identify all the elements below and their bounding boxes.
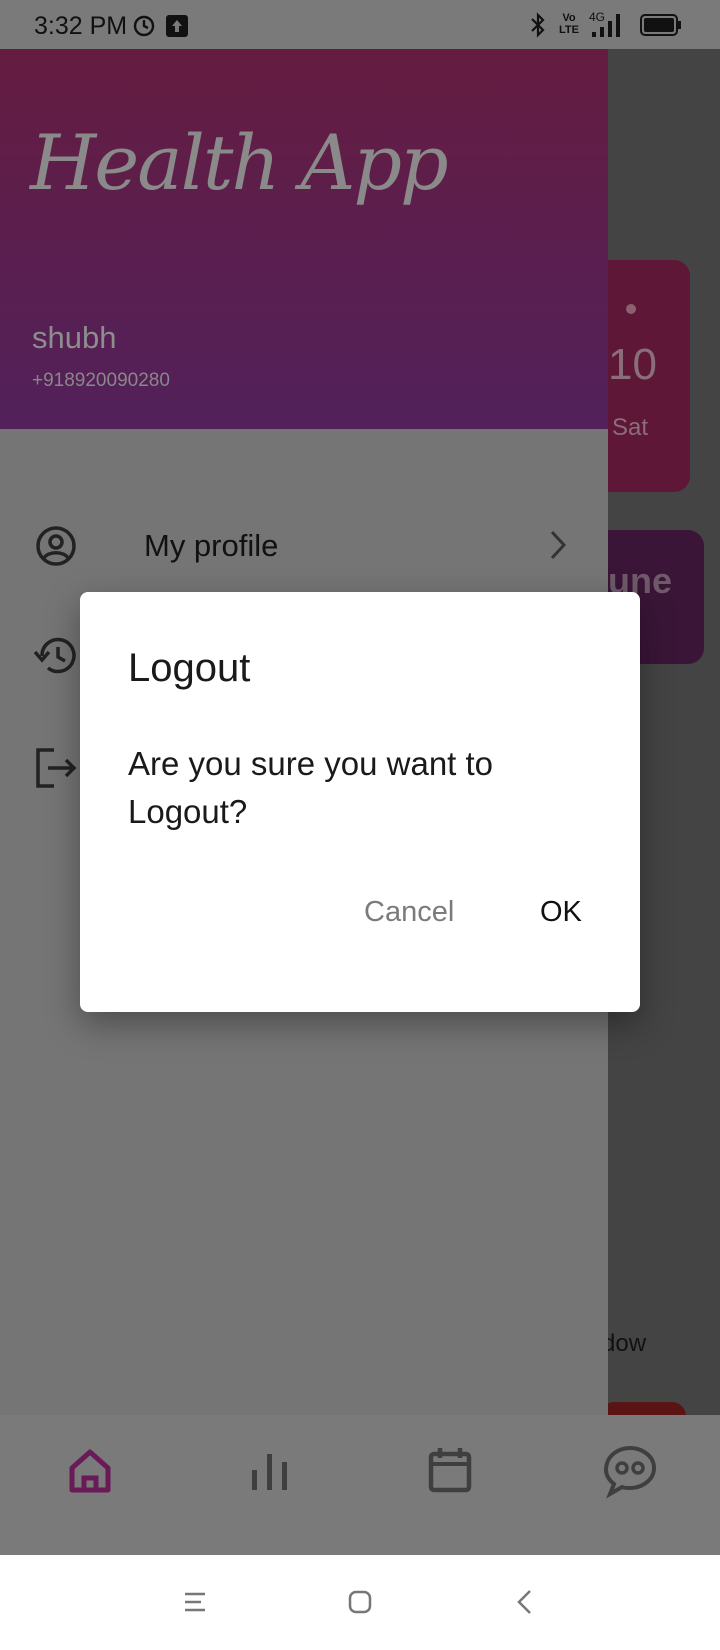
logout-dialog: Logout Are you sure you want to Logout? … <box>80 592 640 1012</box>
app-logo: Health App <box>30 118 449 207</box>
calendar-icon[interactable] <box>418 1438 482 1502</box>
back-icon[interactable] <box>512 1588 536 1616</box>
home-button-icon[interactable] <box>348 1590 372 1614</box>
cancel-button[interactable]: Cancel <box>350 888 468 937</box>
recent-apps-icon[interactable] <box>182 1590 208 1614</box>
signal-icon <box>592 14 620 37</box>
user-phone: +918920090280 <box>32 370 170 391</box>
home-icon[interactable] <box>58 1438 122 1502</box>
chevron-right-icon <box>550 530 567 560</box>
battery-icon <box>640 14 681 36</box>
menu-item-my-profile[interactable] <box>0 500 608 590</box>
dialog-message: Are you sure you want to Logout? <box>128 745 494 830</box>
alarm-clock-icon <box>133 15 155 37</box>
user-name: shubh <box>32 320 117 355</box>
bluetooth-icon <box>531 12 545 38</box>
chat-icon[interactable] <box>598 1438 662 1502</box>
date-dot <box>626 304 636 314</box>
date-number: 10 <box>608 340 657 389</box>
stats-icon[interactable] <box>238 1438 302 1502</box>
volte-icon: Vo LTE <box>559 12 579 36</box>
logout-icon <box>36 748 77 788</box>
history-icon <box>33 637 76 674</box>
date-day: Sat <box>612 414 649 441</box>
upload-icon <box>166 15 188 37</box>
window-text: dow <box>602 1330 647 1357</box>
account-circle-icon <box>36 526 76 566</box>
dialog-title: Logout <box>128 646 251 690</box>
ok-button[interactable]: OK <box>526 888 596 937</box>
status-time: 3:32 PM <box>34 12 128 40</box>
menu-item-label: My profile <box>144 528 279 563</box>
